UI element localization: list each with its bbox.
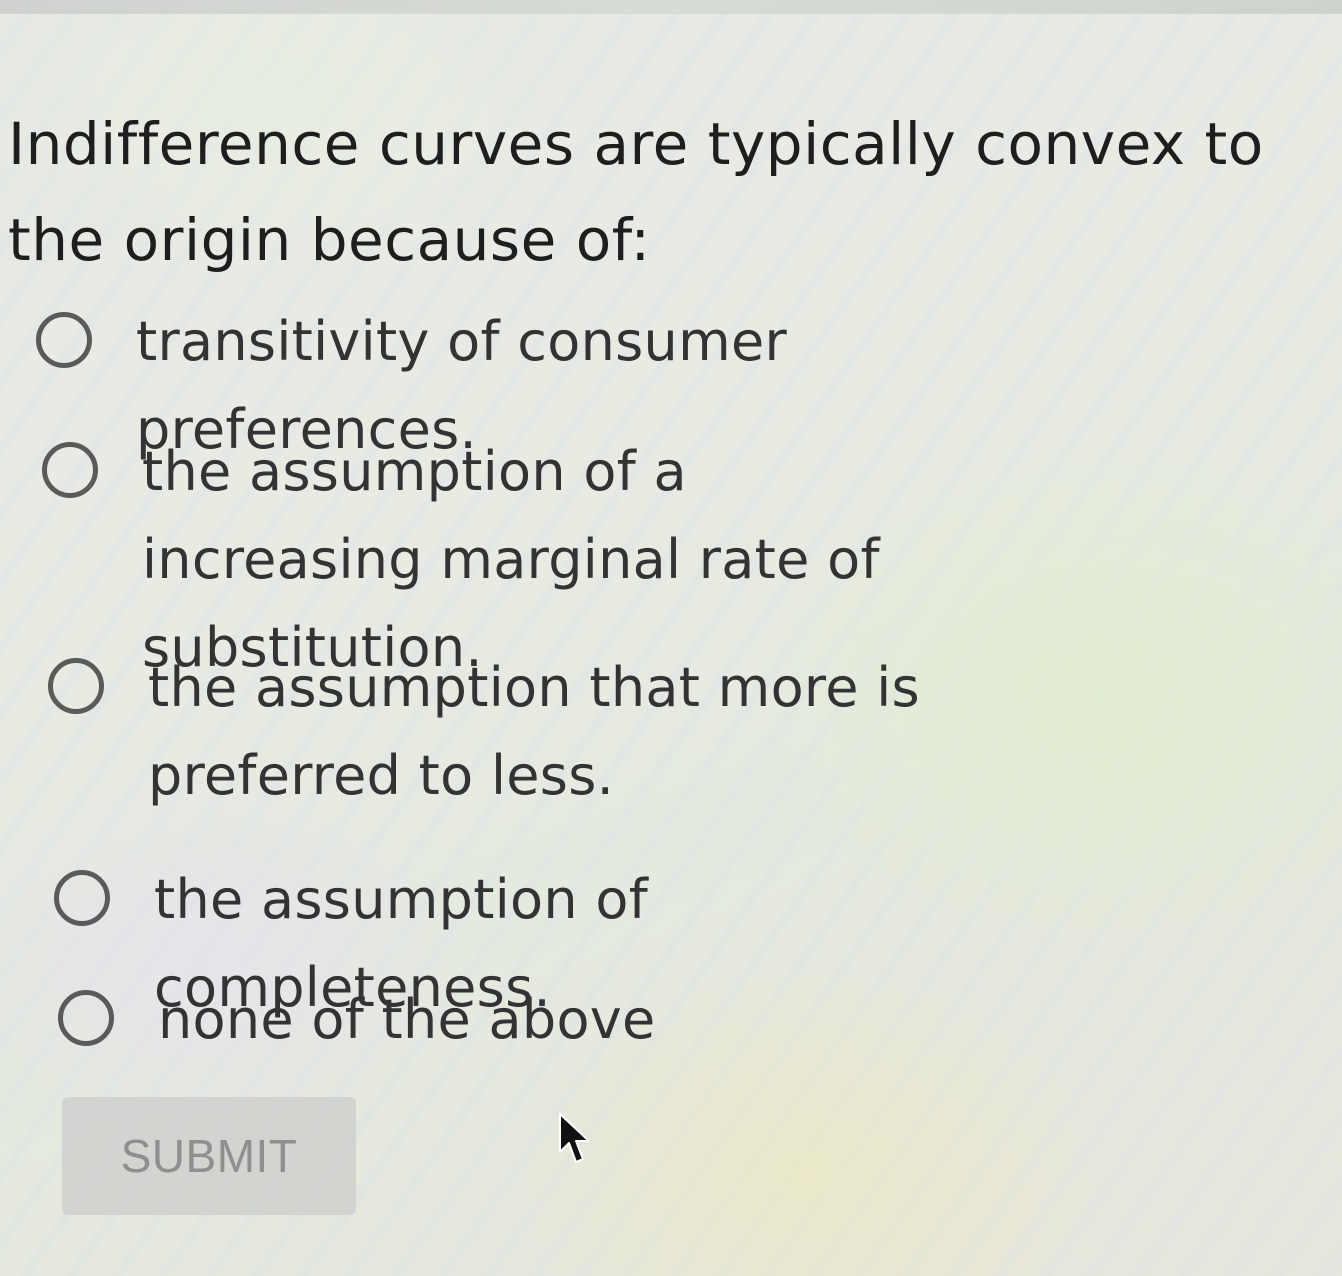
top-edge-strip <box>0 0 1342 14</box>
radio-button-unselected[interactable] <box>54 870 110 926</box>
answer-option-5[interactable]: none of the above <box>58 976 656 1064</box>
radio-button-unselected[interactable] <box>58 990 114 1046</box>
answer-option-label: none of the above <box>158 988 656 1051</box>
radio-button-unselected[interactable] <box>42 442 98 498</box>
mouse-pointer-icon <box>559 1113 590 1163</box>
radio-button-unselected[interactable] <box>48 658 104 714</box>
radio-button-unselected[interactable] <box>36 312 92 368</box>
answer-option-label: the assumption that more is preferred to… <box>148 656 920 807</box>
answer-option-3[interactable]: the assumption that more is preferred to… <box>48 644 938 820</box>
question-text: Indifference curves are typically convex… <box>8 110 1264 274</box>
submit-button[interactable]: SUBMIT <box>62 1097 356 1215</box>
